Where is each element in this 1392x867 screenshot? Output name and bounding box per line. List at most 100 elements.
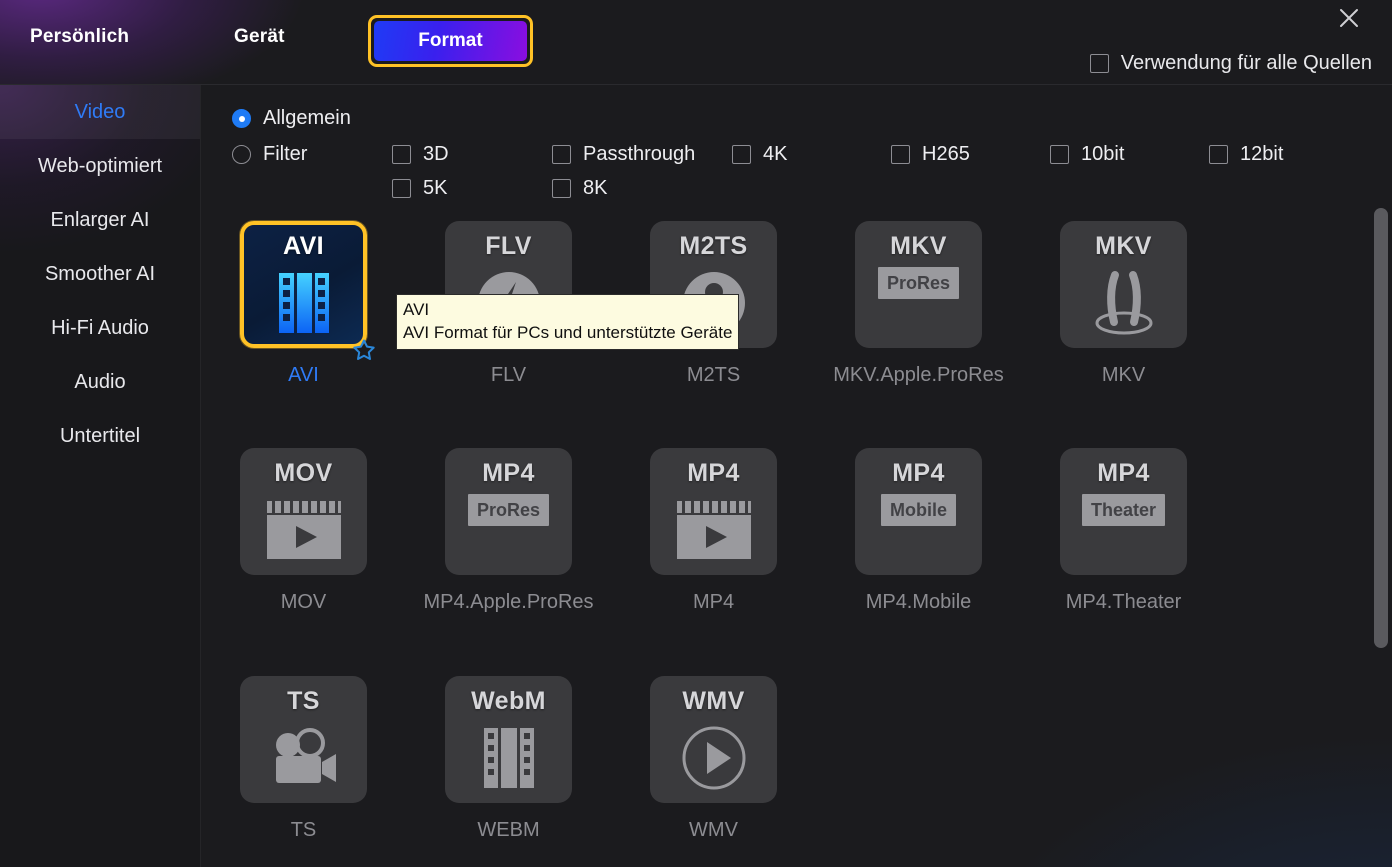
format-code: MP4 [482,459,535,487]
format-sub-label: ProRes [476,500,541,520]
checkbox-12bit[interactable]: 12bit [1209,143,1283,166]
checkbox-label: 10bit [1081,143,1125,165]
checkbox-label: H265 [922,143,970,165]
sub-box-icon: ProRes [467,494,550,526]
radio-allgemein[interactable]: Allgemein [232,107,351,130]
radio-filter[interactable]: Filter [232,143,307,166]
format-tile-label: MP4.Apple.ProRes [423,591,594,613]
format-icon-mp4: MP4 [650,448,777,575]
format-settings-dialog: Persönlich Gerät Format Verwendung für a… [0,0,1392,867]
format-icon-webm: WebM [445,676,572,803]
format-sub-label: ProRes [886,273,951,293]
format-icon-avi: AVI [240,221,375,360]
dialog-header: Persönlich Gerät Format Verwendung für a… [0,0,1392,85]
checkbox-box [552,145,571,164]
radio-label: Allgemein [263,107,351,129]
sidebar-item-label: Smoother AI [44,262,156,285]
format-icon-ts: TS [240,676,367,803]
format-icon-mov: MOV [240,448,367,575]
format-tile-mp4-apple-prores[interactable]: MP4 ProRes MP4.Apple.ProRes [406,448,611,614]
format-code: MP4 [1097,459,1150,487]
tab-format-label: Format [374,21,527,61]
sidebar-item-hi-fi-audio[interactable]: Hi-Fi Audio [0,301,200,355]
tab-geraet[interactable]: Gerät [234,26,285,48]
use-for-all-sources-label: Verwendung für alle Quellen [1120,52,1372,74]
checkbox-box [1050,145,1069,164]
format-tile-avi[interactable]: AVI AVI [201,221,406,387]
format-tile-wmv[interactable]: WMV WMV [611,676,816,842]
sidebar-item-label: Untertitel [59,424,141,447]
checkbox-box [1209,145,1228,164]
radio-label: Filter [263,143,308,165]
format-code: WebM [471,687,546,715]
format-tile-label: MOV [280,591,327,613]
checkbox-10bit[interactable]: 10bit [1050,143,1124,166]
sidebar-item-audio[interactable]: Audio [0,355,200,409]
sidebar-item-enlarger-ai[interactable]: Enlarger AI [0,193,200,247]
checkbox-3d[interactable]: 3D [392,143,449,166]
sidebar-item-label: Hi-Fi Audio [51,316,149,339]
format-tile-mp4-theater[interactable]: MP4 Theater MP4.Theater [1021,448,1226,614]
checkbox-box [392,179,411,198]
format-tile-mkv-apple-prores[interactable]: MKV ProRes MKV.Apple.ProRes [816,221,1021,387]
format-tile-label: MKV.Apple.ProRes [833,364,1004,386]
close-icon [1336,5,1362,31]
sidebar-item-label: Enlarger AI [50,208,150,231]
format-code: MKV [890,232,947,260]
sidebar-item-label: Audio [74,370,126,393]
checkbox-box [891,145,910,164]
format-tile-mkv[interactable]: MKV MKV [1021,221,1226,387]
format-tile-mp4-mobile[interactable]: MP4 Mobile MP4.Mobile [816,448,1021,614]
format-tooltip: AVI AVI Format für PCs und unterstützte … [396,294,740,351]
sidebar-item-smoother-ai[interactable]: Smoother AI [0,247,200,301]
checkbox-5k[interactable]: 5K [392,177,447,200]
sidebar-item-video[interactable]: Video [0,85,200,139]
checkbox-label: 8K [583,177,608,199]
sidebar-item-label: Web-optimiert [37,154,163,177]
checkbox-label: 3D [423,143,449,165]
close-button[interactable] [1326,0,1372,36]
sidebar-item-web-optimiert[interactable]: Web-optimiert [0,139,200,193]
format-icon-mkv: MKV [1060,221,1187,348]
play-circle-icon [679,721,749,795]
format-tile-webm[interactable]: WebM WEBM [406,676,611,842]
format-tile-label: M2TS [686,364,741,386]
checkbox-h265[interactable]: H265 [891,143,970,166]
format-icon-mp4-theater: MP4 Theater [1060,448,1187,575]
format-tile-label: MP4.Theater [1065,591,1182,613]
format-tile-label: TS [290,819,317,841]
matroska-icon [1088,266,1160,340]
vertical-scrollbar[interactable] [1370,85,1392,867]
radio-dot [232,109,251,128]
clapper-play-icon [265,493,343,567]
scrollbar-thumb[interactable] [1374,208,1388,648]
film-strip-icon [271,266,337,340]
use-for-all-sources-checkbox[interactable]: Verwendung für alle Quellen [1089,52,1372,75]
sidebar-item-untertitel[interactable]: Untertitel [0,409,200,463]
format-grid: AVI AVI FLV FLV M2TS M2TS MKV ProRes MKV… [201,200,1376,867]
checkbox-8k[interactable]: 8K [552,177,607,200]
tab-persoenlich[interactable]: Persönlich [30,26,129,48]
format-icon-mp4-prores: MP4 ProRes [445,448,572,575]
sub-box-icon: Theater [1081,494,1166,526]
checkbox-label: 4K [763,143,788,165]
camcorder-icon [266,721,342,795]
checkbox-box [732,145,751,164]
tab-format[interactable]: Format [368,15,533,67]
checkbox-label: 5K [423,177,448,199]
sidebar-item-label: Video [74,100,126,123]
format-tile-ts[interactable]: TS TS [201,676,406,842]
format-tile-label: MP4.Mobile [865,591,972,613]
format-code: FLV [485,232,532,260]
category-sidebar: Video Web-optimiert Enlarger AI Smoother… [0,85,201,867]
format-tile-mp4[interactable]: MP4 MP4 [611,448,816,614]
format-tile-mov[interactable]: MOV MOV [201,448,406,614]
format-tile-label: WEBM [477,819,540,841]
checkbox-4k[interactable]: 4K [732,143,787,166]
format-code: MKV [1095,232,1152,260]
film-reel-icon [481,721,537,795]
checkbox-box [392,145,411,164]
checkbox-passthrough[interactable]: Passthrough [552,143,695,166]
favorite-star-icon[interactable] [351,337,377,368]
format-icon-wmv: WMV [650,676,777,803]
